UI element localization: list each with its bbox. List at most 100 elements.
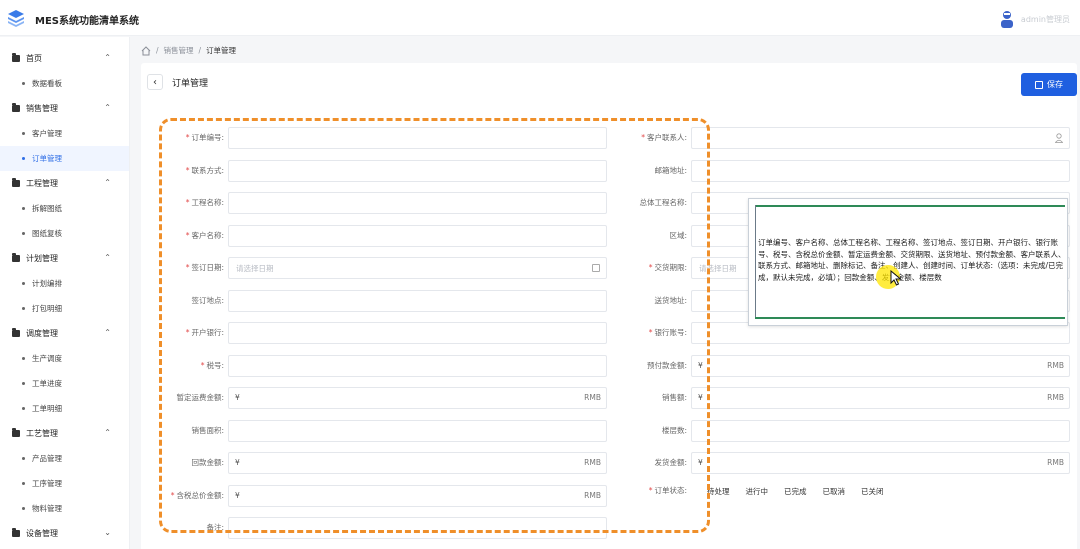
text-input[interactable]: ¥ RMB xyxy=(228,387,607,409)
required-mark: * xyxy=(648,486,653,495)
dot-icon xyxy=(22,132,25,135)
form-row: 发货金额: ¥ RMB xyxy=(560,451,1070,475)
status-option-closed[interactable]: 已关闭 xyxy=(861,486,884,497)
sidebar-item-dashboard[interactable]: 数据看板 xyxy=(0,71,129,96)
sidebar-item-drawing-review[interactable]: 图纸复核 xyxy=(0,221,129,246)
sidebar-group-sales[interactable]: 销售管理 ⌃ xyxy=(0,96,129,121)
app-logo-icon xyxy=(8,10,24,27)
field-label-text: 楼层数: xyxy=(661,425,687,435)
sidebar: 首页 ⌃ 数据看板 销售管理 ⌃ 客户管理 订单管理 工程管理 ⌃ 拆解图纸 图纸复核… xyxy=(0,37,130,549)
popup-bottom-rule xyxy=(755,317,1065,319)
text-input[interactable] xyxy=(228,159,607,182)
sidebar-group-planning[interactable]: 计划管理 ⌃ xyxy=(0,246,129,271)
order-status-label: * 订单状态: xyxy=(560,479,687,503)
form-row: 暂定运费金额: ¥ RMB xyxy=(155,386,607,410)
sidebar-item-products[interactable]: 产品管理 xyxy=(0,446,129,471)
sidebar-group-home[interactable]: 首页 ⌃ xyxy=(0,46,129,71)
text-input[interactable] xyxy=(228,517,607,539)
folder-icon xyxy=(12,253,20,262)
status-option-cancelled[interactable]: 已取消 xyxy=(823,486,846,497)
user-name: admin管理员 xyxy=(1020,14,1070,24)
sidebar-item-customers[interactable]: 客户管理 xyxy=(0,121,129,146)
required-mark: * xyxy=(185,198,190,207)
breadcrumb-item-sales[interactable]: 销售管理 xyxy=(164,45,194,56)
field-label-text: 订单编号: xyxy=(191,133,224,142)
sidebar-group-process[interactable]: 工艺管理 ⌃ xyxy=(0,421,129,446)
order-status-options: 待处理 进行中 已完成 已取消 已关闭 xyxy=(707,479,884,503)
form-row: 楼层数: xyxy=(560,419,1070,443)
required-mark: * xyxy=(185,328,190,337)
text-input[interactable] xyxy=(228,354,607,377)
text-input[interactable] xyxy=(691,419,1070,442)
sidebar-item-operations[interactable]: 工序管理 xyxy=(0,471,129,496)
form-row: * 税号: xyxy=(155,354,607,378)
form-row: * 开户银行: xyxy=(155,321,607,345)
chevron-up-icon: ⌃ xyxy=(104,428,111,437)
input-placeholder: 请选择日期 xyxy=(236,264,274,273)
chevron-up-icon: ⌃ xyxy=(104,178,111,187)
sidebar-group-engineering[interactable]: 工程管理 ⌃ xyxy=(0,171,129,196)
save-button[interactable]: 保存 xyxy=(1021,73,1077,96)
chevron-up-icon: ⌃ xyxy=(104,53,111,62)
text-input[interactable]: ¥ RMB xyxy=(228,484,607,507)
field-label-text: 总体工程名称: xyxy=(639,198,687,207)
sidebar-item-packing-detail[interactable]: 打包明细 xyxy=(0,296,129,321)
dot-icon xyxy=(22,82,25,85)
text-input[interactable] xyxy=(228,322,607,344)
sidebar-item-plan-schedule[interactable]: 计划编排 xyxy=(0,271,129,296)
field-label-text: 开户银行: xyxy=(191,328,224,337)
text-input[interactable]: ¥ RMB xyxy=(691,354,1070,377)
dot-icon xyxy=(22,457,25,460)
form-row: 备注: xyxy=(155,516,607,540)
sidebar-group-label: 首页 xyxy=(26,54,42,63)
field-label: 送货地址: xyxy=(560,289,687,313)
input-placeholder: 请选择日期 xyxy=(699,264,737,273)
field-label-text: 税号: xyxy=(206,360,224,370)
field-label-text: 备注: xyxy=(206,523,224,532)
currency-prefix: ¥ xyxy=(235,458,240,467)
sidebar-item-materials[interactable]: 物料管理 xyxy=(0,496,129,521)
sidebar-item-work-detail[interactable]: 工单明细 xyxy=(0,396,129,421)
text-input[interactable] xyxy=(228,419,607,442)
save-button-label: 保存 xyxy=(1047,80,1063,89)
status-option-pending[interactable]: 待处理 xyxy=(707,486,730,497)
text-input[interactable]: ¥ RMB xyxy=(691,387,1070,409)
user-avatar-icon xyxy=(1000,11,1013,28)
home-icon[interactable] xyxy=(141,45,151,56)
order-status-label-text: 订单状态: xyxy=(654,486,687,495)
sidebar-item-production-dispatch[interactable]: 生产调度 xyxy=(0,346,129,371)
breadcrumb-separator: / xyxy=(156,46,159,55)
currency-prefix: ¥ xyxy=(235,393,240,402)
sidebar-item-work-progress[interactable]: 工单进度 xyxy=(0,371,129,396)
field-label: * 订单编号: xyxy=(155,126,224,150)
sidebar-group-dispatch[interactable]: 调度管理 ⌃ xyxy=(0,321,129,346)
sidebar-item-drawing-split[interactable]: 拆解图纸 xyxy=(0,196,129,221)
field-label: 总体工程名称: xyxy=(560,191,687,215)
field-label-text: 销售面积: xyxy=(191,425,224,435)
text-input[interactable] xyxy=(691,127,1070,149)
user-menu[interactable]: admin管理员 xyxy=(999,9,1070,29)
card-header: ‹ 订单管理 xyxy=(147,74,208,90)
currency-prefix: ¥ xyxy=(698,393,703,402)
folder-icon xyxy=(12,528,20,537)
text-input[interactable] xyxy=(228,127,607,149)
required-mark: * xyxy=(641,133,645,142)
text-input[interactable] xyxy=(228,289,607,312)
sidebar-item-orders[interactable]: 订单管理 xyxy=(0,146,129,171)
field-label-text: 发货金额: xyxy=(654,458,687,467)
text-input[interactable] xyxy=(691,159,1070,182)
field-label: 回款金额: xyxy=(155,451,224,475)
text-input[interactable] xyxy=(228,192,607,214)
text-input[interactable] xyxy=(228,224,607,247)
status-option-completed[interactable]: 已完成 xyxy=(784,486,807,497)
status-option-in-progress[interactable]: 进行中 xyxy=(746,486,769,497)
field-label-text: 银行账号: xyxy=(654,328,687,337)
sidebar-item-label: 打包明细 xyxy=(32,304,62,313)
date-picker-input[interactable]: 请选择日期 xyxy=(228,257,607,279)
text-input[interactable]: ¥ RMB xyxy=(228,452,607,474)
required-mark: * xyxy=(185,230,190,240)
back-button[interactable]: ‹ xyxy=(147,74,163,90)
sidebar-group-equipment[interactable]: 设备管理 ⌄ xyxy=(0,521,129,546)
required-mark: * xyxy=(648,328,653,337)
text-input[interactable]: ¥ RMB xyxy=(691,452,1070,474)
